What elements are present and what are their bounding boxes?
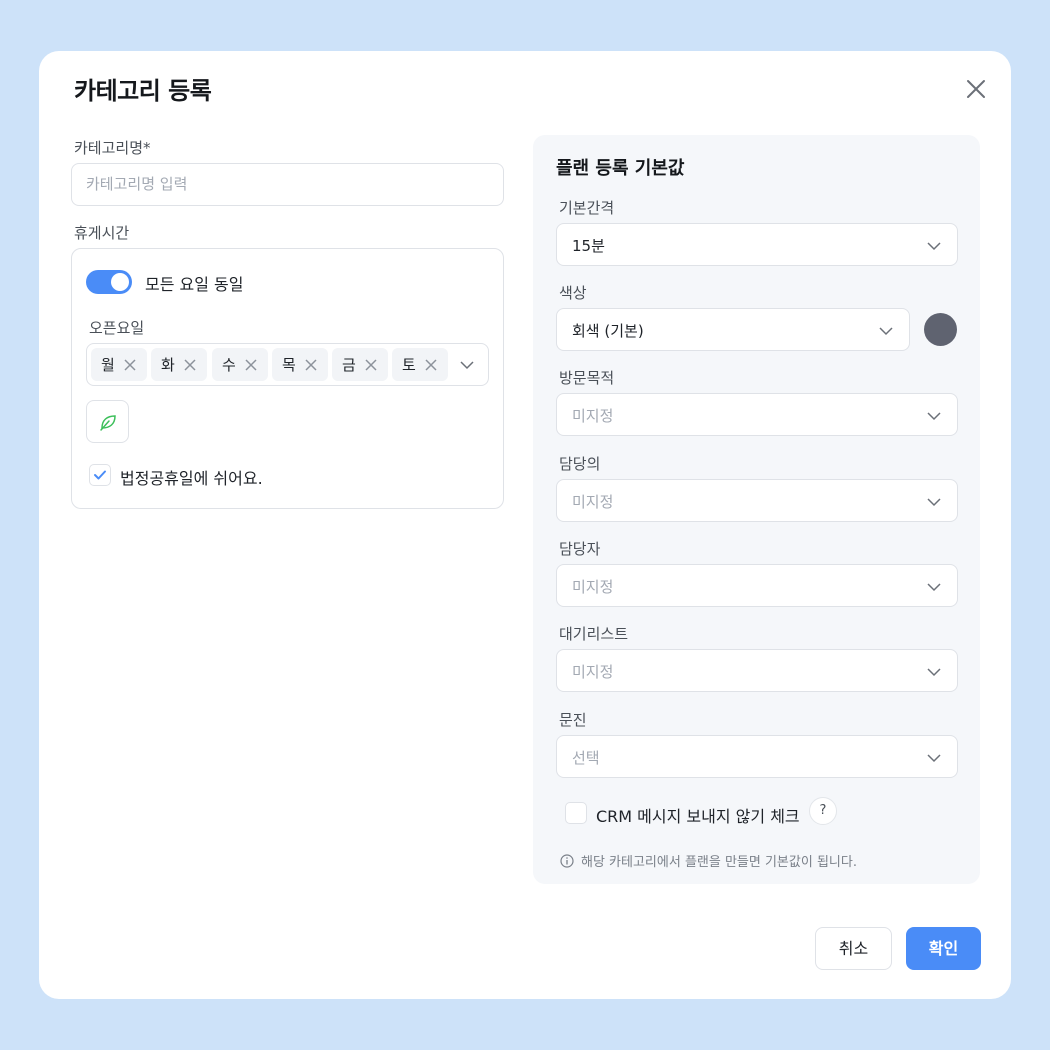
remove-icon[interactable] <box>244 358 258 372</box>
check-icon <box>94 470 106 480</box>
questionnaire-select[interactable]: 선택 <box>556 735 958 778</box>
chevron-down-icon <box>927 754 941 763</box>
same-all-days-label: 모든 요일 동일 <box>145 275 244 294</box>
chevron-down-icon <box>927 498 941 507</box>
leaf-button[interactable] <box>86 400 129 443</box>
day-chip-wed: 수 <box>212 348 268 381</box>
waitlist-value: 미지정 <box>572 663 614 681</box>
info-icon <box>560 853 574 868</box>
crm-no-message-label: CRM 메시지 보내지 않기 체크 <box>596 807 800 826</box>
purpose-label: 방문목적 <box>559 369 615 387</box>
info-text: 해당 카테고리에서 플랜을 만들면 기본값이 됩니다. <box>581 855 857 870</box>
confirm-button[interactable]: 확인 <box>906 927 981 970</box>
remove-icon[interactable] <box>183 358 197 372</box>
chevron-down-icon <box>927 583 941 592</box>
chevron-down-icon <box>927 668 941 677</box>
leaf-icon <box>99 414 116 431</box>
category-name-label: 카테고리명* <box>74 139 151 157</box>
chevron-down-icon[interactable] <box>460 358 474 372</box>
day-chip-label: 월 <box>101 356 115 374</box>
holiday-label: 법정공휴일에 쉬어요. <box>120 469 263 488</box>
info-note: 해당 카테고리에서 플랜을 만들면 기본값이 됩니다. <box>560 851 857 870</box>
cancel-button[interactable]: 취소 <box>815 927 892 970</box>
holiday-checkbox[interactable] <box>89 464 111 486</box>
open-days-label: 오픈요일 <box>89 319 145 337</box>
category-name-input[interactable]: 카테고리명 입력 <box>71 163 504 206</box>
doctor-select[interactable]: 미지정 <box>556 479 958 522</box>
remove-icon[interactable] <box>424 358 438 372</box>
day-chip-label: 토 <box>402 356 416 374</box>
chevron-down-icon <box>927 242 941 251</box>
remove-icon[interactable] <box>123 358 137 372</box>
day-chip-label: 목 <box>282 356 296 374</box>
day-chip-tue: 화 <box>151 348 207 381</box>
category-register-modal: 카테고리 등록 카테고리명* 카테고리명 입력 휴게시간 모든 요일 동일 오픈… <box>39 51 1011 999</box>
chevron-down-icon <box>879 327 893 336</box>
day-chip-thu: 목 <box>272 348 328 381</box>
color-swatch[interactable] <box>924 313 957 346</box>
remove-icon[interactable] <box>304 358 318 372</box>
crm-no-message-checkbox[interactable] <box>565 802 587 824</box>
day-chip-label: 금 <box>342 356 356 374</box>
chevron-down-icon <box>927 412 941 421</box>
plan-defaults-title: 플랜 등록 기본값 <box>556 158 685 179</box>
color-select[interactable]: 회색 (기본) <box>556 308 910 351</box>
doctor-label: 담당의 <box>559 455 601 473</box>
questionnaire-label: 문진 <box>559 711 587 729</box>
same-all-days-toggle[interactable] <box>86 270 132 294</box>
color-label: 색상 <box>559 284 587 302</box>
staff-label: 담당자 <box>559 540 601 558</box>
day-chip-fri: 금 <box>332 348 388 381</box>
day-chip-sat: 토 <box>392 348 448 381</box>
staff-select[interactable]: 미지정 <box>556 564 958 607</box>
waitlist-label: 대기리스트 <box>559 625 629 643</box>
break-time-panel: 모든 요일 동일 오픈요일 월 화 수 목 금 토 법정공휴일에 쉬어요. <box>71 248 504 509</box>
interval-label: 기본간격 <box>559 199 615 217</box>
purpose-value: 미지정 <box>572 407 614 425</box>
toggle-knob <box>111 273 129 291</box>
help-icon[interactable]: ? <box>809 797 837 825</box>
doctor-value: 미지정 <box>572 493 614 511</box>
day-chip-label: 수 <box>222 356 236 374</box>
interval-select[interactable]: 15분 <box>556 223 958 266</box>
close-icon[interactable] <box>963 76 989 102</box>
day-chip-mon: 월 <box>91 348 147 381</box>
modal-title: 카테고리 등록 <box>74 77 212 105</box>
purpose-select[interactable]: 미지정 <box>556 393 958 436</box>
remove-icon[interactable] <box>364 358 378 372</box>
staff-value: 미지정 <box>572 578 614 596</box>
waitlist-select[interactable]: 미지정 <box>556 649 958 692</box>
color-value: 회색 (기본) <box>572 322 644 340</box>
interval-value: 15분 <box>572 237 605 255</box>
break-time-label: 휴게시간 <box>74 224 130 242</box>
open-days-select[interactable]: 월 화 수 목 금 토 <box>86 343 489 386</box>
questionnaire-value: 선택 <box>572 749 600 767</box>
plan-defaults-panel: 플랜 등록 기본값 기본간격 15분 색상 회색 (기본) 방문목적 미지정 담… <box>533 135 980 884</box>
day-chip-label: 화 <box>161 356 175 374</box>
